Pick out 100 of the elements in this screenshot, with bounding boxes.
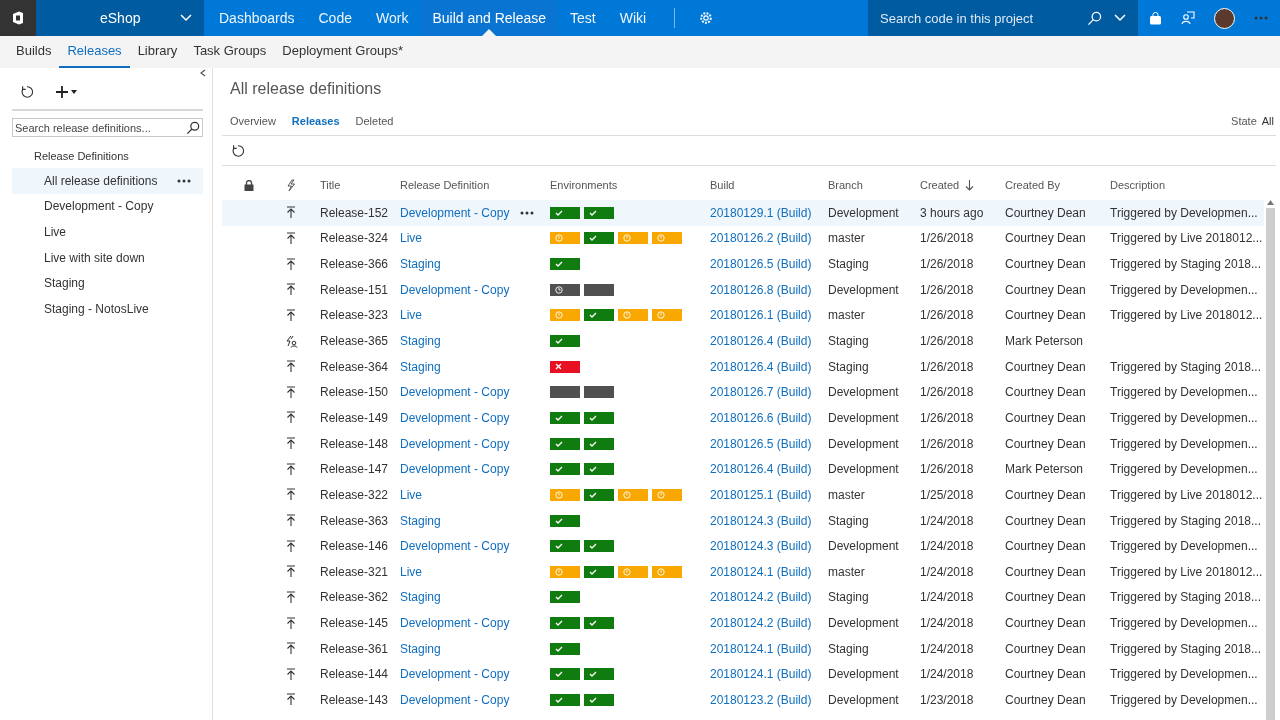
build-link[interactable]: 20180124.2 (Build) <box>710 616 812 631</box>
environment-status[interactable] <box>584 232 614 245</box>
sub-nav-tab[interactable]: Releases <box>59 36 130 68</box>
definition-link[interactable]: Live <box>400 485 422 504</box>
collapse-icon[interactable] <box>200 69 206 77</box>
definition-link[interactable]: Staging <box>400 511 441 530</box>
code-search-field[interactable]: Search code in this project <box>868 0 1138 36</box>
environment-status[interactable] <box>550 591 580 604</box>
logo-tile[interactable] <box>0 0 36 36</box>
refresh-icon[interactable] <box>231 143 245 158</box>
definition-item[interactable]: All release definitions <box>12 168 203 194</box>
environment-status[interactable] <box>550 642 580 655</box>
column-header[interactable]: Created <box>920 176 960 194</box>
definition-item[interactable]: Live <box>12 219 203 245</box>
column-header[interactable]: Release Definition <box>400 176 490 194</box>
environment-status[interactable] <box>550 360 580 373</box>
sub-nav-tab[interactable]: Library <box>129 36 186 68</box>
build-link[interactable]: 20180124.1 (Build) <box>710 641 812 656</box>
definition-link[interactable]: Development - Copy <box>400 203 510 222</box>
column-header[interactable]: Title <box>320 176 341 194</box>
definition-link[interactable]: Development - Copy <box>400 383 510 402</box>
environment-status[interactable] <box>584 437 614 450</box>
build-link[interactable]: 20180126.7 (Build) <box>710 385 812 400</box>
release-row[interactable]: Release-323 Live 20180126.1 (Build) master 1/26/2018 Courtney Dean Triggered by Live 2018012... <box>222 302 1264 329</box>
nav-tab[interactable]: Code <box>306 0 364 36</box>
environment-status[interactable] <box>550 514 580 527</box>
environment-status[interactable] <box>550 206 580 219</box>
release-row[interactable]: Release-321 Live 20180124.1 (Build) master 1/24/2018 Courtney Dean Triggered by Live 2018012... <box>222 558 1264 585</box>
definition-link[interactable]: Staging <box>400 255 441 274</box>
definition-link[interactable]: Staging <box>400 357 441 376</box>
column-header[interactable]: Build <box>710 176 735 194</box>
sub-nav-tab[interactable]: Builds <box>8 36 60 68</box>
nav-tab[interactable]: Build and Release <box>420 0 559 36</box>
definition-item[interactable]: Development - Copy <box>12 193 203 220</box>
release-row[interactable]: Release-362 Staging 20180124.2 (Build) Staging 1/24/2018 Courtney Dean Triggered by Staging 2018... <box>222 584 1264 611</box>
definition-link[interactable]: Staging <box>400 639 441 658</box>
feedback-icon[interactable] <box>1181 11 1195 25</box>
more-icon[interactable] <box>177 178 191 183</box>
environment-status[interactable] <box>584 668 614 681</box>
definition-link[interactable]: Development - Copy <box>400 614 510 633</box>
release-row[interactable]: Release-322 Live 20180125.1 (Build) master 1/25/2018 Courtney Dean Triggered by Live 2018012... <box>222 482 1264 508</box>
view-tab[interactable]: Deleted <box>355 112 394 130</box>
release-row[interactable]: Release-363 Staging 20180124.3 (Build) Staging 1/24/2018 Courtney Dean Triggered by Staging 2018... <box>222 507 1264 534</box>
definition-link[interactable]: Live <box>400 229 422 248</box>
environment-status[interactable] <box>550 617 580 630</box>
build-link[interactable]: 20180124.1 (Build) <box>710 667 812 682</box>
scroll-up-icon[interactable] <box>1266 200 1274 205</box>
nav-tab[interactable]: Wiki <box>607 0 659 36</box>
build-link[interactable]: 20180126.4 (Build) <box>710 359 812 374</box>
definition-link[interactable]: Staging <box>400 332 441 350</box>
refresh-icon[interactable] <box>20 85 34 99</box>
scrollbar[interactable] <box>1264 200 1276 720</box>
definition-link[interactable]: Staging <box>400 588 441 607</box>
state-filter-value[interactable]: All <box>1261 112 1274 130</box>
build-link[interactable]: 20180126.6 (Build) <box>710 410 812 425</box>
build-link[interactable]: 20180126.4 (Build) <box>710 462 812 477</box>
release-row[interactable]: Release-146 Development - Copy 20180124.3 (Build) Development 1/24/2018 Courtney Dean Triggered by Developmen... <box>222 533 1264 559</box>
release-row[interactable]: Release-152 Development - Copy 20180129.1 (Build) Development 3 hours ago Courtney Dean Triggered by Developmen... <box>222 200 1264 226</box>
release-row[interactable]: Release-365 Staging 20180126.4 (Build) Staging 1/26/2018 Mark Peterson <box>222 328 1264 354</box>
environment-status[interactable] <box>550 258 580 271</box>
search-icon[interactable] <box>1087 10 1102 26</box>
release-row[interactable]: Release-144 Development - Copy 20180124.1 (Build) Development 1/24/2018 Courtney Dean Triggered by Developmen... <box>222 661 1264 688</box>
user-avatar[interactable] <box>1214 7 1235 29</box>
environment-status[interactable] <box>584 206 614 219</box>
definition-item[interactable]: Staging - NotosLive <box>12 295 203 322</box>
environment-status[interactable] <box>550 437 580 450</box>
build-link[interactable]: 20180124.1 (Build) <box>710 564 812 579</box>
definition-search-field[interactable]: Search release definitions... <box>12 118 203 137</box>
release-row[interactable]: Release-366 Staging 20180126.5 (Build) Staging 1/26/2018 Courtney Dean Triggered by Staging 2018... <box>222 251 1264 277</box>
environment-status[interactable] <box>550 283 580 296</box>
definition-item[interactable]: Live with site down <box>12 244 203 271</box>
column-header[interactable]: Branch <box>828 176 863 194</box>
build-link[interactable]: 20180129.1 (Build) <box>710 205 812 220</box>
shopping-bag-icon[interactable] <box>1149 11 1162 25</box>
view-tab[interactable]: Releases <box>291 112 340 130</box>
view-tab[interactable]: Overview <box>230 112 276 130</box>
settings-icon[interactable] <box>699 11 714 25</box>
sub-nav-tab[interactable]: Task Groups <box>185 36 275 68</box>
build-link[interactable]: 20180126.4 (Build) <box>710 334 812 348</box>
environment-status[interactable] <box>584 617 614 630</box>
environment-status[interactable] <box>584 565 614 578</box>
build-link[interactable]: 20180124.3 (Build) <box>710 539 812 554</box>
environment-status[interactable] <box>584 488 614 501</box>
sort-down-icon[interactable] <box>965 179 975 191</box>
nav-tab[interactable]: Dashboards <box>207 0 307 36</box>
build-link[interactable]: 20180125.1 (Build) <box>710 487 812 502</box>
environment-status[interactable] <box>584 463 614 476</box>
environment-status[interactable] <box>584 386 614 399</box>
environment-status[interactable] <box>584 283 614 296</box>
chevron-down-icon[interactable] <box>1114 14 1126 22</box>
environment-status[interactable] <box>584 309 614 322</box>
build-link[interactable]: 20180126.5 (Build) <box>710 257 812 272</box>
definition-link[interactable]: Live <box>400 306 422 325</box>
release-row[interactable]: Release-149 Development - Copy 20180126.6 (Build) Development 1/26/2018 Courtney Dean Triggered by Developmen... <box>222 405 1264 431</box>
definition-link[interactable]: Development - Copy <box>400 434 510 453</box>
column-header[interactable]: Created By <box>1005 176 1061 194</box>
definition-item[interactable]: Staging <box>12 270 203 296</box>
search-icon[interactable] <box>186 120 200 135</box>
definition-link[interactable]: Development - Copy <box>400 280 510 299</box>
definition-link[interactable]: Development - Copy <box>400 691 510 709</box>
